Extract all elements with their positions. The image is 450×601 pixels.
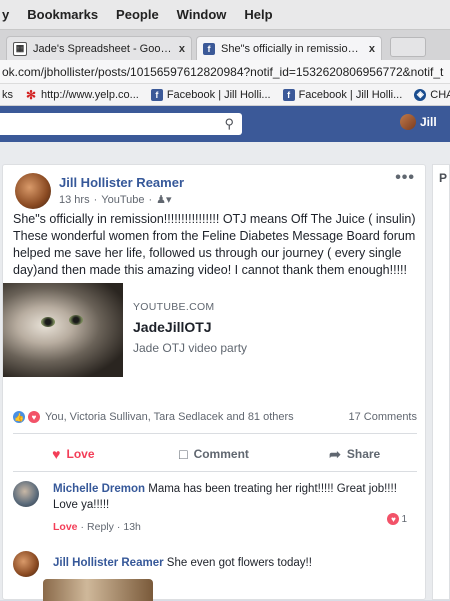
post-author-name[interactable]: Jill Hollister Reamer <box>59 175 184 190</box>
chase-icon: ◈ <box>414 88 427 101</box>
comment-body: Jill Hollister Reamer She even got flowe… <box>53 555 413 571</box>
more-options-icon[interactable]: ••• <box>395 169 415 187</box>
menu-item-help[interactable]: Help <box>244 7 272 22</box>
post-text: She"s officially in remission!!!!!!!!!!!… <box>13 212 416 277</box>
facebook-icon: f <box>150 88 163 101</box>
bookmark-facebook-2[interactable]: f Facebook | Jill Holli... <box>282 88 403 101</box>
right-column: P <box>432 164 450 600</box>
reactions-text: You, Victoria Sullivan, Tara Sedlacek an… <box>45 411 294 423</box>
bookmarks-bar: ks ✻ http://www.yelp.co... f Facebook | … <box>0 84 450 106</box>
separator-dot: · <box>116 521 121 533</box>
audience-icon[interactable]: ♟▾ <box>156 193 171 206</box>
bookmark-facebook-1[interactable]: f Facebook | Jill Holli... <box>150 88 271 101</box>
bookmark-apps[interactable]: ks <box>2 89 13 101</box>
link-source: YOUTUBE.COM <box>133 301 215 313</box>
heart-icon: ♥ <box>52 446 61 462</box>
close-icon[interactable]: x <box>179 43 185 55</box>
avatar <box>400 114 416 130</box>
love-reaction-icon: ♥ <box>387 513 400 525</box>
address-bar[interactable]: ok.com/jbhollister/posts/101565976128209… <box>0 60 450 84</box>
menu-item-window[interactable]: Window <box>177 7 227 22</box>
comments-count[interactable]: 17 Comments <box>349 411 417 423</box>
love-button[interactable]: ♥ Love <box>3 441 144 467</box>
tab-strip: ▦ Jade's Spreadsheet - Google S x f She"… <box>0 30 450 60</box>
new-tab-button[interactable] <box>390 37 426 57</box>
profile-link[interactable]: Jill <box>400 114 437 130</box>
right-column-label: P <box>439 171 448 185</box>
feed-post: Jill Hollister Reamer 13 hrs · YouTube ·… <box>2 164 426 601</box>
menu-item-bookmarks[interactable]: Bookmarks <box>27 7 98 22</box>
sheets-icon: ▦ <box>13 41 27 56</box>
comment-icon: □ <box>179 446 188 462</box>
commenter-avatar[interactable] <box>13 481 39 507</box>
commenter-name[interactable]: Jill Hollister Reamer <box>53 557 164 569</box>
bookmark-chase[interactable]: ◈ CHASE <box>414 88 450 101</box>
menu-item-history[interactable]: y <box>2 7 9 22</box>
like-reaction-icon: 👍 <box>13 411 25 423</box>
bookmark-label: Facebook | Jill Holli... <box>298 88 403 101</box>
tab-facebook-post[interactable]: f She"s officially in remission!!!! x <box>196 36 382 60</box>
tab-spreadsheet[interactable]: ▦ Jade's Spreadsheet - Google S x <box>6 36 192 60</box>
bookmark-label: ks <box>2 88 13 101</box>
post-meta: 13 hrs · YouTube · ♟▾ <box>59 193 172 207</box>
link-description: Jade OTJ video party <box>133 341 248 355</box>
comment-reactions[interactable]: ♥ 1 <box>387 513 407 525</box>
menu-bar: y Bookmarks People Window Help <box>0 0 450 30</box>
comment-reply-link[interactable]: Reply <box>87 521 114 533</box>
facebook-icon: f <box>203 42 215 55</box>
comment-item: Michelle Dremon Mama has been treating h… <box>13 481 417 541</box>
comment-button[interactable]: □ Comment <box>144 441 285 467</box>
comment-label: Comment <box>193 447 249 461</box>
share-icon: ➦ <box>329 445 341 462</box>
facebook-icon: f <box>282 88 295 101</box>
reaction-count: 1 <box>401 513 407 525</box>
bookmark-label: Facebook | Jill Holli... <box>166 88 271 101</box>
close-icon[interactable]: x <box>369 43 375 55</box>
separator-dot: · <box>148 193 153 206</box>
search-icon[interactable]: ⚲ <box>224 116 234 132</box>
post-time[interactable]: 13 hrs <box>59 194 90 206</box>
facebook-top-bar: ⚲ Jill <box>0 106 450 142</box>
url-text: ok.com/jbhollister/posts/101565976128209… <box>2 65 444 79</box>
divider <box>13 471 417 472</box>
post-actions: ♥ Love □ Comment ➦ Share <box>3 441 425 467</box>
love-reaction-icon: ♥ <box>28 411 40 423</box>
tab-title: Jade's Spreadsheet - Google S <box>33 42 173 55</box>
divider <box>13 433 417 434</box>
share-label: Share <box>346 447 381 461</box>
cat-eye-right <box>69 315 83 325</box>
link-title[interactable]: JadeJillOTJ <box>133 319 212 335</box>
comment-photo[interactable] <box>43 579 153 601</box>
profile-name: Jill <box>420 115 437 129</box>
separator-dot: · <box>80 521 85 533</box>
commenter-name[interactable]: Michelle Dremon <box>53 483 145 495</box>
comment-love-link[interactable]: Love <box>53 521 78 533</box>
comment-time[interactable]: 13h <box>123 521 141 533</box>
cat-eye-left <box>41 317 55 327</box>
post-via[interactable]: YouTube <box>101 194 144 206</box>
commenter-avatar[interactable] <box>13 551 39 577</box>
author-avatar[interactable] <box>15 173 51 209</box>
reactions-summary[interactable]: 👍 ♥ You, Victoria Sullivan, Tara Sedlace… <box>13 411 294 423</box>
separator-dot: · <box>93 193 98 206</box>
search-input[interactable]: ⚲ <box>0 113 242 135</box>
comment-actions: Love · Reply · 13h <box>53 521 141 533</box>
video-thumbnail[interactable] <box>3 283 123 377</box>
share-button[interactable]: ➦ Share <box>284 441 425 467</box>
bookmark-label: http://www.yelp.co... <box>41 88 139 101</box>
comment-text: She even got flowers today!! <box>166 557 312 569</box>
love-label: Love <box>66 447 95 461</box>
comment-body: Michelle Dremon Mama has been treating h… <box>53 481 413 513</box>
yelp-icon: ✻ <box>25 87 37 102</box>
menu-item-people[interactable]: People <box>116 7 159 22</box>
link-preview[interactable]: YOUTUBE.COM JadeJillOTJ Jade OTJ video p… <box>3 283 425 377</box>
bookmark-label: CHASE <box>430 88 450 101</box>
bookmark-yelp[interactable]: ✻ http://www.yelp.co... <box>25 87 139 102</box>
tab-title: She"s officially in remission!!!! <box>221 42 363 55</box>
